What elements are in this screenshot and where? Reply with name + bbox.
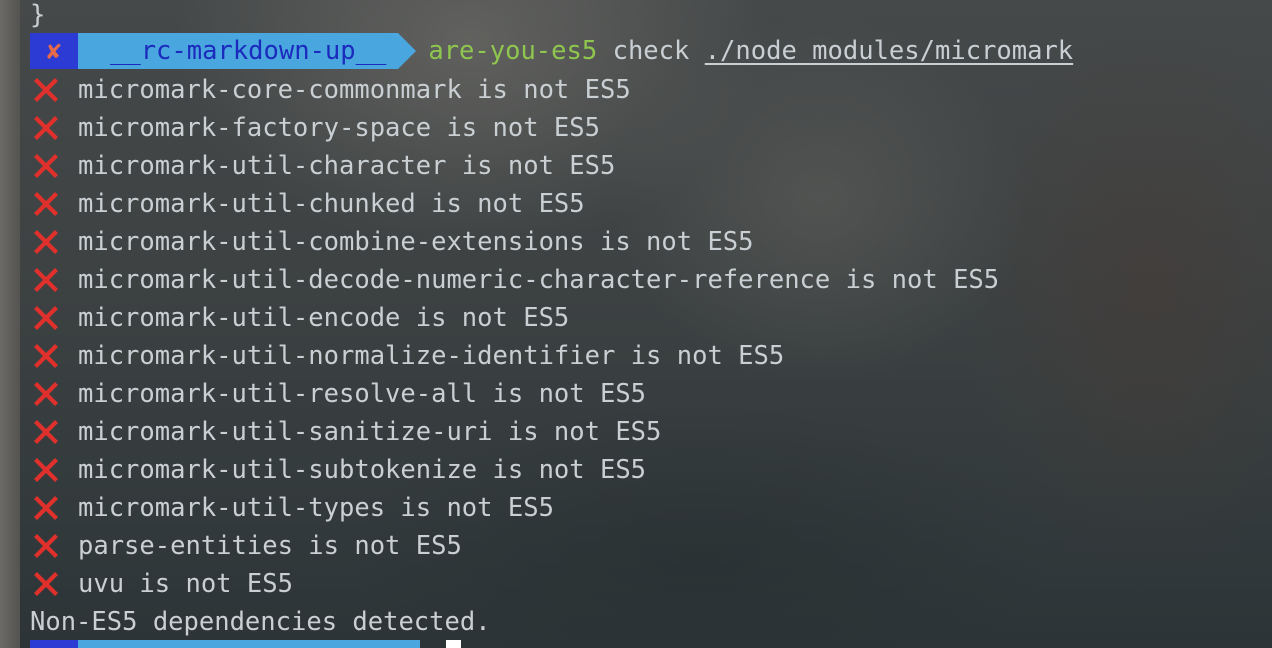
cross-mark-icon [30,112,62,144]
cross-mark-icon [30,226,62,258]
cross-mark-icon [30,568,62,600]
summary-message: Non-ES5 dependencies detected. [30,607,491,637]
error-line: micromark-util-resolve-all is not ES5 [30,375,646,413]
error-text: micromark-util-normalize-identifier is n… [78,341,785,371]
error-text: micromark-util-encode is not ES5 [78,303,570,333]
window-edge [0,0,20,648]
error-text: micromark-util-character is not ES5 [78,151,616,181]
error-text: micromark-util-resolve-all is not ES5 [78,379,647,409]
error-line: micromark-util-decode-numeric-character-… [30,261,999,299]
error-text: micromark-factory-space is not ES5 [78,113,600,143]
prompt-directory: __rc-markdown-up__ [110,36,387,66]
text-cursor [446,640,461,648]
next-prompt-status-segment [30,640,78,648]
command-line: are-you-es5 check ./node_modules/microma… [428,32,1073,70]
cross-mark-icon [30,454,62,486]
next-prompt-bar [30,640,420,648]
command-path-link[interactable]: ./node_modules/micromark [705,32,1073,70]
error-text: parse-entities is not ES5 [78,531,462,561]
cross-mark-icon [30,188,62,220]
error-line: micromark-factory-space is not ES5 [30,109,600,147]
cross-mark-icon [30,530,62,562]
shell-prompt: ✘ __rc-markdown-up__ are-you-es5 check .… [30,32,1073,70]
prompt-directory-segment: __rc-markdown-up__ [78,33,417,69]
prompt-status-segment: ✘ [30,33,96,69]
error-line: micromark-util-encode is not ES5 [30,299,569,337]
command-args: check [597,36,705,66]
error-text: micromark-util-combine-extensions is not… [78,227,754,257]
error-line: micromark-util-normalize-identifier is n… [30,337,784,375]
error-text: micromark-util-types is not ES5 [78,493,554,523]
command-binary: are-you-es5 [428,36,598,66]
error-text: micromark-util-subtokenize is not ES5 [78,455,647,485]
error-line: micromark-util-subtokenize is not ES5 [30,451,646,489]
error-text: micromark-util-sanitize-uri is not ES5 [78,417,662,447]
error-line: micromark-util-chunked is not ES5 [30,185,585,223]
error-line: micromark-util-combine-extensions is not… [30,223,754,261]
error-line: micromark-core-commonmark is not ES5 [30,71,631,109]
error-text: micromark-util-decode-numeric-character-… [78,265,1000,295]
error-line: micromark-util-sanitize-uri is not ES5 [30,413,661,451]
cross-mark-icon [30,302,62,334]
cross-mark-icon [30,150,62,182]
cross-mark-icon [30,416,62,448]
cross-mark-icon [30,264,62,296]
error-status-icon: ✘ [46,37,62,65]
error-text: micromark-core-commonmark is not ES5 [78,75,631,105]
closing-brace-line: } [30,0,46,30]
error-text: micromark-util-chunked is not ES5 [78,189,585,219]
error-line: micromark-util-character is not ES5 [30,147,615,185]
error-line: parse-entities is not ES5 [30,527,462,565]
cross-mark-icon [30,340,62,372]
error-line: micromark-util-types is not ES5 [30,489,554,527]
cross-mark-icon [30,378,62,410]
error-text: uvu is not ES5 [78,569,293,599]
terminal-window[interactable]: } ✘ __rc-markdown-up__ are-you-es5 check… [0,0,1272,648]
error-line: uvu is not ES5 [30,565,293,603]
next-prompt-directory-segment [78,640,420,648]
cross-mark-icon [30,492,62,524]
cross-mark-icon [30,74,62,106]
